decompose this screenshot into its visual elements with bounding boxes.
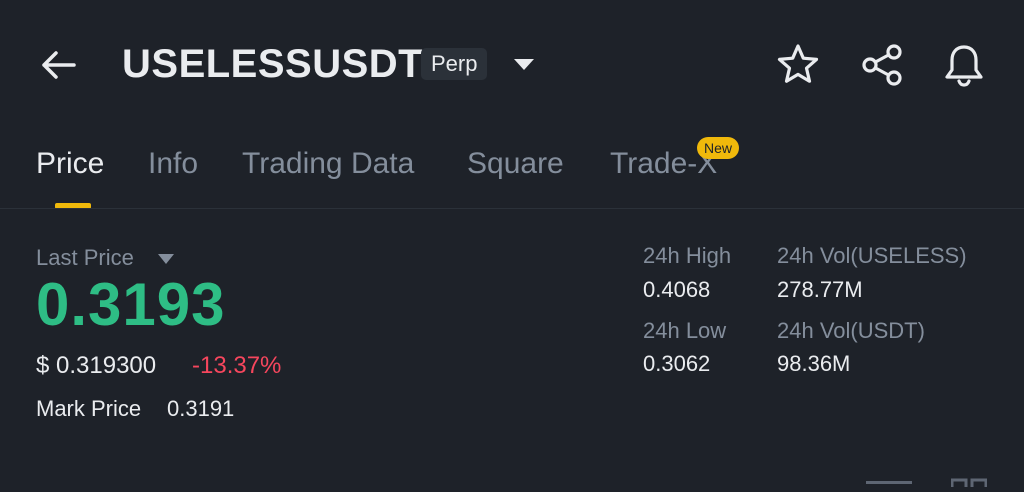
vol-quote-24h-label: 24h Vol(USDT) xyxy=(777,318,925,343)
last-price-value: 0.3193 xyxy=(36,271,226,338)
grid-view-icon[interactable] xyxy=(950,474,988,492)
price-change-percent: -13.37% xyxy=(192,352,282,379)
mark-price-label: Mark Price xyxy=(36,396,142,421)
symbol-title[interactable]: USELESSUSDT xyxy=(122,38,423,90)
star-icon[interactable] xyxy=(776,42,820,86)
contract-type-badge: Perp xyxy=(421,48,488,80)
list-view-icon[interactable] xyxy=(866,474,912,485)
chevron-down-icon[interactable] xyxy=(157,252,175,264)
bell-icon[interactable] xyxy=(941,42,987,88)
tab-info[interactable]: Info xyxy=(148,144,198,184)
vol-base-24h-label: 24h Vol(USELESS) xyxy=(777,243,967,268)
vol-base-24h-value: 278.77M xyxy=(777,277,863,302)
vol-quote-24h-value: 98.36M xyxy=(777,351,851,376)
tab-square[interactable]: Square xyxy=(467,144,564,184)
low-24h-value: 0.3062 xyxy=(643,351,711,376)
tab-price[interactable]: Price xyxy=(36,144,104,184)
usd-price: $ 0.319300 xyxy=(36,352,157,379)
share-icon[interactable] xyxy=(859,42,905,88)
mark-price-value: 0.3191 xyxy=(167,396,235,421)
last-price-label[interactable]: Last Price xyxy=(36,244,134,272)
tab-trading-data[interactable]: Trading Data xyxy=(242,144,414,184)
divider xyxy=(0,208,1024,209)
new-badge: New xyxy=(697,137,740,159)
chevron-down-icon[interactable] xyxy=(512,56,536,72)
back-arrow-icon[interactable] xyxy=(38,44,80,86)
high-24h-value: 0.4068 xyxy=(643,277,711,302)
high-24h-label: 24h High xyxy=(643,243,732,268)
low-24h-label: 24h Low xyxy=(643,318,727,343)
